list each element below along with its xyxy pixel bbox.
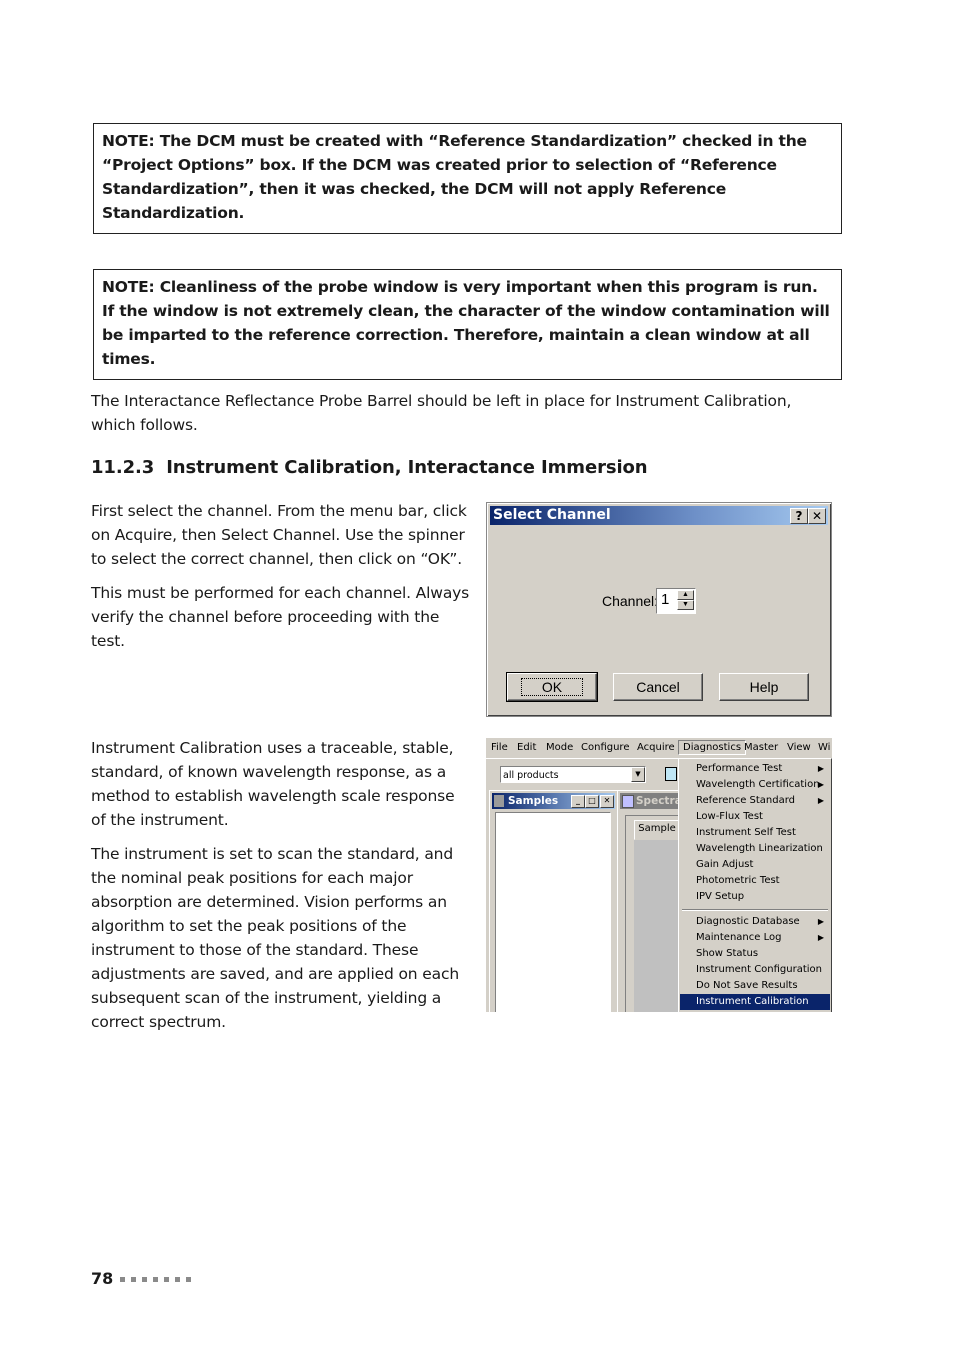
submenu-arrow-icon: ▶: [817, 764, 824, 773]
spectra-window-icon: [622, 795, 634, 808]
channel-spinner[interactable]: 1 ▲ ▼: [656, 588, 696, 614]
menu-edit[interactable]: Edit: [517, 742, 536, 753]
menu-item-ipv-setup[interactable]: IPV Setup: [680, 889, 830, 905]
note-reference-standardization: NOTE: The DCM must be created with “Refe…: [93, 123, 842, 234]
menu-view[interactable]: View: [787, 742, 811, 753]
menu-item-maintenance-log[interactable]: Maintenance Log ▶: [680, 930, 830, 946]
menu-item-instrument-configuration[interactable]: Instrument Configuration: [680, 962, 830, 978]
paragraph-verify-channel: This must be performed for each channel.…: [91, 584, 470, 650]
paragraph-calibration-process: The instrument is set to scan the standa…: [91, 845, 460, 1031]
diagnostics-menu: Performance Test ▶ Wavelength Certificati…: [678, 758, 832, 1012]
spinner-down-icon[interactable]: ▼: [677, 600, 694, 610]
submenu-arrow-icon: ▶: [817, 917, 824, 926]
intro-paragraph: The Interactance Reflectance Probe Barre…: [91, 392, 792, 434]
samples-title: Samples: [508, 795, 559, 807]
spectra-title: Spectra: [636, 795, 682, 807]
menu-separator: [682, 909, 828, 911]
section-number: 11.2.3: [91, 457, 155, 478]
submenu-arrow-icon: ▶: [817, 780, 824, 789]
page-number: 78: [91, 1269, 114, 1288]
menu-item-wavelength-certification[interactable]: Wavelength Certification ▶: [680, 777, 830, 793]
menu-item-low-flux-test[interactable]: Low-Flux Test: [680, 809, 830, 825]
vision-app-screenshot: File Edit Mode Configure Acquire Diagnos…: [486, 738, 832, 1012]
menu-item-do-not-save-results[interactable]: Do Not Save Results: [680, 978, 830, 994]
menu-mode[interactable]: Mode: [546, 742, 573, 753]
menu-item-diagnostic-database[interactable]: Diagnostic Database ▶: [680, 914, 830, 930]
menu-bar: File Edit Mode Configure Acquire Diagnos…: [486, 738, 832, 759]
menu-master[interactable]: Master: [744, 742, 778, 753]
product-combo[interactable]: all products ▼: [500, 766, 646, 783]
menu-item-show-status[interactable]: Show Status: [680, 946, 830, 962]
dialog-title-bar: Select Channel ? ✕: [490, 506, 828, 525]
samples-window-icon: [494, 795, 504, 807]
maximize-icon[interactable]: □: [585, 795, 599, 808]
minimize-icon[interactable]: _: [571, 795, 585, 808]
menu-file[interactable]: File: [491, 742, 508, 753]
section-heading: 11.2.3 Instrument Calibration, Interactan…: [91, 457, 648, 478]
menu-item-instrument-self-test[interactable]: Instrument Self Test: [680, 825, 830, 841]
menu-diagnostics[interactable]: Diagnostics: [678, 740, 747, 755]
samples-list[interactable]: [495, 812, 611, 1012]
paragraph-select-channel: First select the channel. From the menu …: [91, 502, 467, 568]
menu-window[interactable]: Wi: [818, 742, 830, 753]
paragraph-calibration-intro: Instrument Calibration uses a traceable,…: [91, 739, 455, 829]
footer-dots: [120, 1277, 191, 1282]
ok-button[interactable]: OK: [506, 672, 598, 702]
help-title-button[interactable]: ?: [790, 508, 808, 524]
tab-sample[interactable]: Sample: [634, 820, 680, 840]
menu-acquire[interactable]: Acquire: [637, 742, 675, 753]
menu-item-reference-standard[interactable]: Reference Standard ▶: [680, 793, 830, 809]
product-combo-value: all products: [503, 770, 559, 781]
menu-item-photometric-test[interactable]: Photometric Test: [680, 873, 830, 889]
cancel-button[interactable]: Cancel: [613, 673, 703, 701]
menu-item-performance-test[interactable]: Performance Test ▶: [680, 761, 830, 777]
menu-item-instrument-calibration[interactable]: Instrument Calibration: [680, 994, 830, 1010]
menu-item-wavelength-linearization[interactable]: Wavelength Linearization: [680, 841, 830, 857]
note-probe-window-cleanliness: NOTE: Cleanliness of the probe window is…: [93, 269, 842, 380]
submenu-arrow-icon: ▶: [817, 796, 824, 805]
samples-title-bar: Samples _ □ ✕: [492, 793, 615, 809]
dialog-title: Select Channel: [493, 507, 611, 523]
menu-item-gain-adjust[interactable]: Gain Adjust: [680, 857, 830, 873]
submenu-arrow-icon: ▶: [817, 933, 824, 942]
section-title: Instrument Calibration, Interactance Imm…: [166, 457, 648, 478]
channel-value[interactable]: 1: [661, 591, 669, 608]
help-button[interactable]: Help: [719, 673, 809, 701]
menu-configure[interactable]: Configure: [581, 742, 629, 753]
document-icon: [665, 767, 677, 781]
spinner-up-icon[interactable]: ▲: [677, 590, 694, 600]
channel-label: Channel:: [602, 593, 659, 609]
chevron-down-icon[interactable]: ▼: [631, 767, 645, 782]
close-window-icon[interactable]: ✕: [600, 795, 614, 808]
select-channel-dialog: Select Channel ? ✕ Channel: 1 ▲ ▼ OK Can…: [486, 502, 832, 717]
samples-window: Samples _ □ ✕: [489, 790, 618, 1012]
new-document-button[interactable]: [662, 765, 678, 783]
close-icon[interactable]: ✕: [808, 508, 826, 524]
